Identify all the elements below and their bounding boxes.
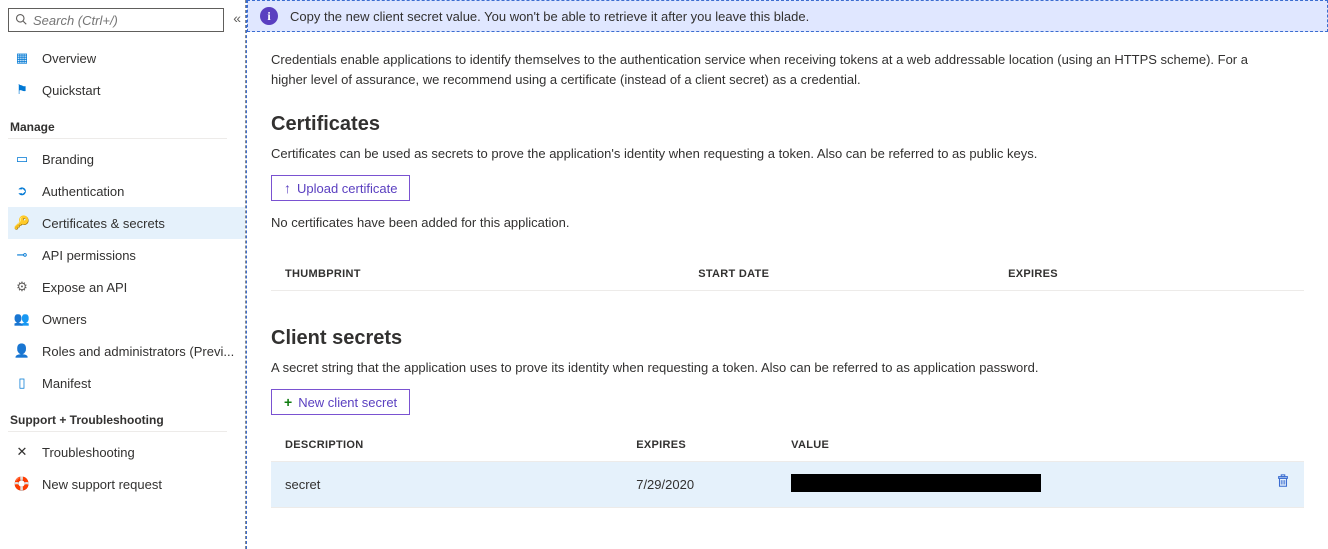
secret-value-cell bbox=[777, 462, 1304, 508]
sidebar-item-owners[interactable]: 👥 Owners bbox=[8, 303, 245, 335]
col-value: VALUE bbox=[777, 429, 1304, 462]
certificates-heading: Certificates bbox=[271, 113, 1304, 136]
manifest-icon: ▯ bbox=[12, 375, 32, 391]
sidebar-item-expose-api[interactable]: ⚙ Expose an API bbox=[8, 271, 245, 303]
sidebar-item-branding[interactable]: ▭ Branding bbox=[8, 143, 245, 175]
col-expires: EXPIRES bbox=[622, 429, 777, 462]
troubleshooting-icon: ✕ bbox=[12, 444, 32, 460]
sidebar-item-label: Owners bbox=[42, 312, 87, 327]
support-request-icon: 🛟 bbox=[12, 476, 32, 492]
col-start-date: START DATE bbox=[684, 258, 994, 291]
search-box[interactable] bbox=[8, 8, 224, 32]
sidebar-item-certificates-secrets[interactable]: 🔑 Certificates & secrets bbox=[8, 207, 245, 239]
upload-icon: ↑ bbox=[284, 180, 291, 196]
nav-group-support: Support + Troubleshooting bbox=[8, 399, 227, 432]
sidebar-item-overview[interactable]: ▦ Overview bbox=[8, 42, 245, 74]
sidebar-item-label: Branding bbox=[42, 152, 94, 167]
sidebar-item-label: Authentication bbox=[42, 184, 124, 199]
new-client-secret-button[interactable]: + New client secret bbox=[271, 389, 410, 415]
key-icon: 🔑 bbox=[12, 215, 32, 231]
sidebar-item-troubleshooting[interactable]: ✕ Troubleshooting bbox=[8, 436, 245, 468]
intro-text: Credentials enable applications to ident… bbox=[271, 50, 1271, 89]
sidebar-item-label: Certificates & secrets bbox=[42, 216, 165, 231]
info-icon: i bbox=[260, 7, 278, 25]
sidebar-item-manifest[interactable]: ▯ Manifest bbox=[8, 367, 245, 399]
api-permissions-icon: ⊸ bbox=[12, 247, 32, 263]
sidebar-item-roles[interactable]: 👤 Roles and administrators (Previ... bbox=[8, 335, 245, 367]
sidebar-item-authentication[interactable]: ➲ Authentication bbox=[8, 175, 245, 207]
roles-icon: 👤 bbox=[12, 343, 32, 359]
owners-icon: 👥 bbox=[12, 311, 32, 327]
button-label: New client secret bbox=[298, 395, 397, 410]
col-expires: EXPIRES bbox=[994, 258, 1304, 291]
sidebar-item-label: Troubleshooting bbox=[42, 445, 135, 460]
sidebar-item-new-support[interactable]: 🛟 New support request bbox=[8, 468, 245, 500]
certificates-table: THUMBPRINT START DATE EXPIRES bbox=[271, 258, 1304, 291]
search-input[interactable] bbox=[33, 13, 217, 28]
upload-certificate-button[interactable]: ↑ Upload certificate bbox=[271, 175, 410, 201]
branding-icon: ▭ bbox=[12, 151, 32, 167]
sidebar-item-label: Overview bbox=[42, 51, 96, 66]
sidebar-item-label: Expose an API bbox=[42, 280, 127, 295]
client-secrets-subtext: A secret string that the application use… bbox=[271, 360, 1304, 375]
secret-expires: 7/29/2020 bbox=[622, 462, 777, 508]
secret-description: secret bbox=[271, 462, 622, 508]
quickstart-icon: ⚑ bbox=[12, 82, 32, 98]
nav-group-manage: Manage bbox=[8, 106, 227, 139]
sidebar-item-api-permissions[interactable]: ⊸ API permissions bbox=[8, 239, 245, 271]
table-row: secret 7/29/2020 bbox=[271, 462, 1304, 508]
sidebar-item-label: Roles and administrators (Previ... bbox=[42, 344, 234, 359]
certificates-empty-msg: No certificates have been added for this… bbox=[271, 215, 1304, 230]
plus-icon: + bbox=[284, 394, 292, 410]
notice-text: Copy the new client secret value. You wo… bbox=[290, 9, 809, 24]
overview-icon: ▦ bbox=[12, 50, 32, 66]
authentication-icon: ➲ bbox=[12, 183, 32, 199]
expose-api-icon: ⚙ bbox=[12, 279, 32, 295]
sidebar-item-quickstart[interactable]: ⚑ Quickstart bbox=[8, 74, 245, 106]
collapse-sidebar-button[interactable]: « bbox=[233, 10, 241, 26]
button-label: Upload certificate bbox=[297, 181, 397, 196]
main-content: i Copy the new client secret value. You … bbox=[246, 0, 1328, 549]
client-secrets-table: DESCRIPTION EXPIRES VALUE secret 7/29/20… bbox=[271, 429, 1304, 508]
sidebar: « ▦ Overview ⚑ Quickstart Manage ▭ Brand… bbox=[0, 0, 246, 549]
col-thumbprint: THUMBPRINT bbox=[271, 258, 684, 291]
sidebar-item-label: New support request bbox=[42, 477, 162, 492]
redacted-value bbox=[791, 474, 1041, 492]
search-icon bbox=[15, 13, 27, 28]
content-area: Credentials enable applications to ident… bbox=[247, 32, 1328, 549]
client-secrets-heading: Client secrets bbox=[271, 327, 1304, 350]
sidebar-item-label: API permissions bbox=[42, 248, 136, 263]
certificates-subtext: Certificates can be used as secrets to p… bbox=[271, 146, 1304, 161]
sidebar-item-label: Manifest bbox=[42, 376, 91, 391]
sidebar-item-label: Quickstart bbox=[42, 83, 101, 98]
info-notice: i Copy the new client secret value. You … bbox=[247, 0, 1328, 32]
col-description: DESCRIPTION bbox=[271, 429, 622, 462]
delete-icon[interactable] bbox=[1276, 474, 1290, 491]
